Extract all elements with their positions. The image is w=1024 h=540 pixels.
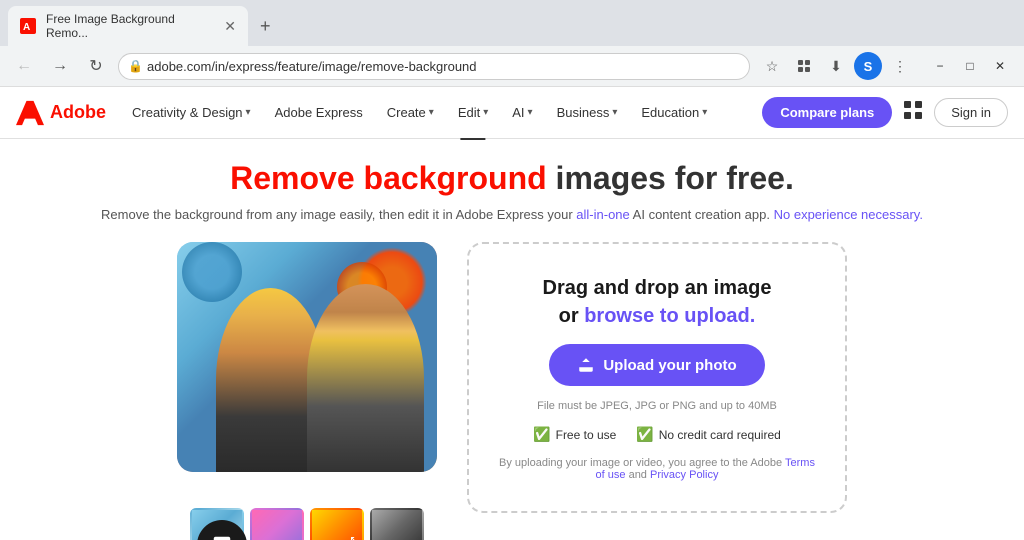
feature-free: ✅ Free to use <box>533 426 616 443</box>
image-preview-panel: ↖ <box>177 242 437 540</box>
settings-btn[interactable]: ⋮ <box>886 52 914 80</box>
check-icon-2: ✅ <box>636 426 653 443</box>
browser-chrome: A Free Image Background Remo... ✕ + ← → … <box>0 0 1024 87</box>
file-types-text: File must be JPEG, JPG or PNG and up to … <box>537 400 777 412</box>
nav-item-business[interactable]: Business ▾ <box>547 99 628 126</box>
compare-plans-button[interactable]: Compare plans <box>762 97 892 128</box>
title-highlight: Remove background <box>230 160 547 196</box>
feature-no-credit: ✅ No credit card required <box>636 426 781 443</box>
minimize-btn[interactable]: − <box>926 52 954 80</box>
new-tab-btn[interactable]: + <box>252 12 279 41</box>
browser-actions: ☆ ⬇ S ⋮ <box>758 52 914 80</box>
download-btn[interactable]: ⬇ <box>822 52 850 80</box>
chevron-down-icon-6: ▾ <box>702 107 707 118</box>
chevron-down-icon-5: ▾ <box>612 107 617 118</box>
privacy-link[interactable]: Privacy Policy <box>650 469 718 481</box>
apps-grid-button[interactable] <box>896 97 930 128</box>
thumbnail-4[interactable] <box>370 508 424 540</box>
features-row: ✅ Free to use ✅ No credit card required <box>533 426 781 443</box>
close-btn[interactable]: ✕ <box>986 52 1014 80</box>
main-content: Remove background images for free. Remov… <box>0 139 1024 540</box>
upload-photo-button[interactable]: Upload your photo <box>549 344 764 386</box>
reload-btn[interactable]: ↻ <box>82 52 110 80</box>
chevron-down-icon-3: ▾ <box>483 107 488 118</box>
lock-icon: 🔒 <box>128 59 143 73</box>
main-preview-image <box>177 242 437 472</box>
bookmark-btn[interactable]: ☆ <box>758 52 786 80</box>
tab-close-btn[interactable]: ✕ <box>224 18 236 35</box>
thumbnail-3[interactable]: ↖ <box>310 508 364 540</box>
address-bar-row: ← → ↻ 🔒 ☆ ⬇ S ⋮ − □ ✕ <box>0 46 1024 86</box>
sign-in-button[interactable]: Sign in <box>934 98 1008 127</box>
back-btn[interactable]: ← <box>10 52 38 80</box>
adobe-logo[interactable]: Adobe <box>16 99 106 127</box>
upload-drop-zone[interactable]: Drag and drop an image or browse to uplo… <box>467 242 847 513</box>
svg-text:A: A <box>23 22 30 33</box>
window-controls: − □ ✕ <box>926 52 1014 80</box>
active-tab[interactable]: A Free Image Background Remo... ✕ <box>8 6 248 46</box>
address-input[interactable] <box>118 53 750 80</box>
thumbnail-2[interactable] <box>250 508 304 540</box>
browse-link[interactable]: browse to upload. <box>584 305 755 327</box>
maximize-btn[interactable]: □ <box>956 52 984 80</box>
address-bar-container: 🔒 <box>118 53 750 80</box>
extensions-btn[interactable] <box>790 52 818 80</box>
chevron-down-icon-2: ▾ <box>429 107 434 118</box>
hero-subtitle: Remove the background from any image eas… <box>40 207 984 222</box>
forward-btn[interactable]: → <box>46 52 74 80</box>
nav-item-edit[interactable]: Edit ▾ <box>448 99 498 126</box>
upload-footer: By uploading your image or video, you ag… <box>493 457 821 481</box>
tab-favicon: A <box>20 18 36 34</box>
adobe-logo-text: Adobe <box>50 102 106 123</box>
nav-item-create[interactable]: Create ▾ <box>377 99 444 126</box>
nav-item-creativity[interactable]: Creativity & Design ▾ <box>122 99 261 126</box>
tab-bar: A Free Image Background Remo... ✕ + <box>0 0 1024 46</box>
hero-title: Remove background images for free. <box>40 159 984 197</box>
profile-btn[interactable]: S <box>854 52 882 80</box>
drag-drop-text: Drag and drop an image or browse to uplo… <box>543 274 772 330</box>
nav-item-education[interactable]: Education ▾ <box>631 99 717 126</box>
tab-title: Free Image Background Remo... <box>46 12 218 40</box>
adobe-nav: Adobe Creativity & Design ▾ Adobe Expres… <box>0 87 1024 139</box>
chevron-down-icon-4: ▾ <box>528 107 533 118</box>
nav-item-adobe-express[interactable]: Adobe Express <box>265 99 373 126</box>
chevron-down-icon: ▾ <box>246 107 251 118</box>
nav-item-ai[interactable]: AI ▾ <box>502 99 542 126</box>
hero-body: ↖ Drag and drop an image or browse to up… <box>40 242 984 540</box>
check-icon-1: ✅ <box>533 426 550 443</box>
